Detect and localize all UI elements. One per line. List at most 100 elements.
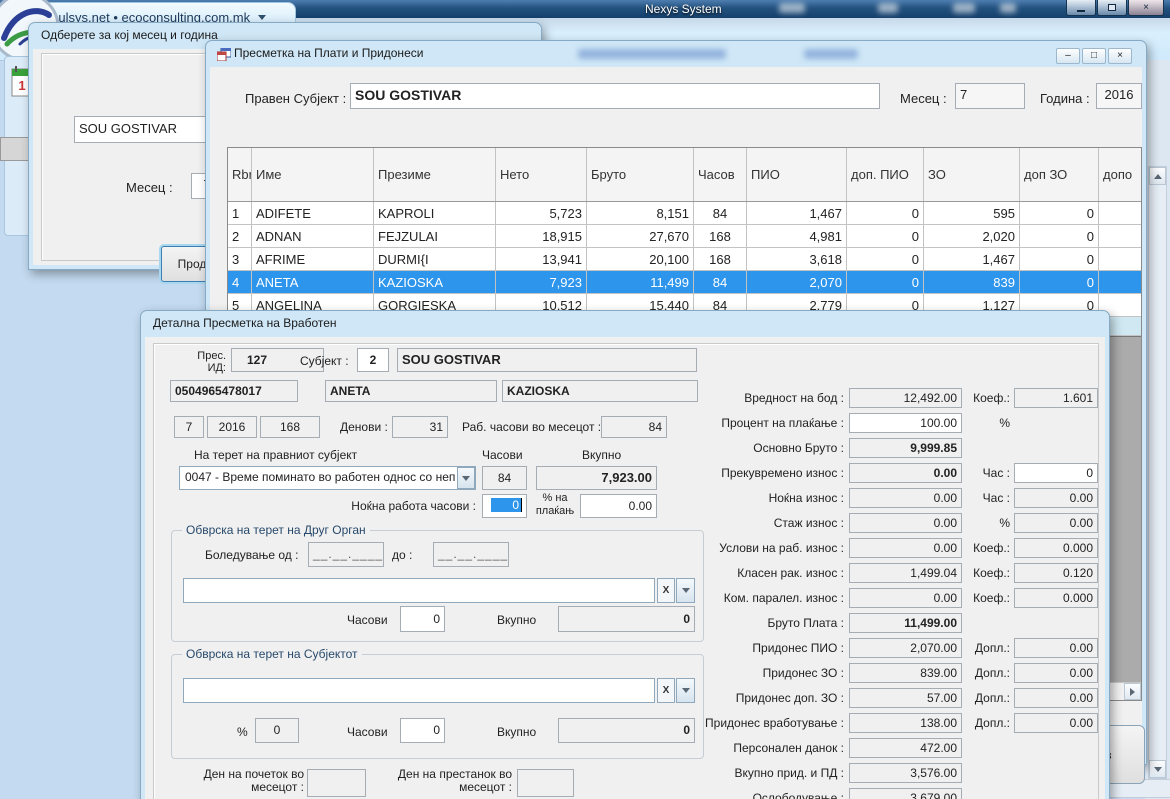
work-hours-field: 84 [601, 416, 667, 438]
field-label: Прекувремено износ : [694, 466, 844, 480]
amount-field: 3,679.00 [849, 788, 962, 799]
amount-field: 2,070.00 [849, 638, 962, 658]
scroll-down-button[interactable] [1149, 760, 1166, 778]
column-header[interactable]: доп. ПИО [847, 148, 924, 201]
other-org-dropdown-button[interactable] [676, 578, 695, 603]
text-cursor [521, 498, 522, 512]
night-hours-input[interactable]: 0 [482, 494, 527, 518]
maximize-button[interactable]: □ [1082, 48, 1106, 64]
field-label: Класен рак. износ : [694, 566, 844, 580]
table-cell: FEJZULAI [374, 225, 496, 247]
factor-field: 0.00 [1014, 688, 1098, 708]
factor-field[interactable]: 0 [1014, 463, 1098, 483]
table-cell: 18,915 [496, 225, 587, 247]
amount-field[interactable]: 100.00 [849, 413, 962, 433]
detail-panel: Прес. ИД: 127 Субјект : 2 SOU GOSTIVAR 0… [153, 343, 1099, 799]
other-org-hours-field[interactable]: 0 [400, 606, 445, 632]
night-pct-field[interactable]: 0.00 [580, 494, 657, 518]
work-type-dropdown-button[interactable] [457, 467, 475, 489]
table-cell: 0 [847, 202, 924, 224]
night-hours-label: Ноќна работа часови : [334, 499, 476, 513]
table-cell [1099, 271, 1141, 293]
arrow-right-icon [1130, 688, 1135, 696]
column-header[interactable]: Презиме [374, 148, 496, 201]
column-header[interactable]: доп ЗО [1020, 148, 1099, 201]
embg-field: 0504965478017 [170, 380, 298, 402]
field-label: Придонес вработување : [694, 716, 844, 730]
table-cell: 2 [228, 225, 252, 247]
selected-text: 0 [491, 498, 521, 512]
other-org-combo[interactable] [183, 578, 655, 603]
table-cell: 595 [924, 202, 1020, 224]
column-header[interactable]: Rbr [228, 148, 252, 201]
dropdown-arrow-icon [682, 588, 690, 593]
amount-field: 0.00 [849, 588, 962, 608]
first-name-field: ANETA [325, 380, 497, 402]
month-field[interactable]: 7 [955, 83, 1025, 109]
glass-reflection [953, 3, 975, 13]
tab-dropdown-icon[interactable] [258, 15, 266, 20]
employer-section-label: На терет на правниот субјект [194, 448, 357, 462]
table-cell: 11,499 [587, 271, 694, 293]
table-row[interactable]: 2ADNANFEJZULAI18,91527,6701684,98102,020… [228, 225, 1141, 248]
year-field[interactable]: 2016 [1096, 83, 1142, 109]
amount-field: 0.00 [849, 488, 962, 508]
column-header[interactable]: ПИО [747, 148, 847, 201]
table-header-row: RbrИмеПрезимеНетоБрутоЧасовПИОдоп. ПИОЗО… [228, 148, 1141, 202]
arrow-down-icon [1154, 767, 1162, 772]
column-header[interactable]: Часов [694, 148, 747, 201]
close-button[interactable]: × [1108, 48, 1132, 64]
dialog-subject-field[interactable]: SOU GOSTIVAR [74, 116, 226, 143]
legal-subject-field[interactable]: SOU GOSTIVAR [350, 83, 880, 109]
sick-to-field[interactable]: __.__.____ [433, 542, 509, 567]
table-cell: 0 [1020, 202, 1099, 224]
end-day-field[interactable] [517, 769, 574, 797]
payroll-window-title: Пресметка на Плати и Придонеси [234, 46, 423, 60]
restore-button[interactable] [1097, 0, 1127, 16]
subject-label: Субјект : [300, 354, 349, 368]
window-controls: × [1066, 0, 1164, 16]
work-hours-label: Раб. часови во месецот : [462, 420, 601, 434]
sick-from-field[interactable]: __.__.____ [308, 542, 384, 567]
amount-field: 3,576.00 [849, 763, 962, 783]
field-label: Услови на раб. износ : [694, 541, 844, 555]
column-header[interactable]: Нето [496, 148, 587, 201]
close-button[interactable]: × [1128, 0, 1164, 16]
minimize-icon [1077, 4, 1085, 12]
column-header[interactable]: допо [1099, 148, 1141, 201]
subject-dropdown-button[interactable] [676, 678, 695, 703]
column-header[interactable]: ЗО [924, 148, 1020, 201]
table-row[interactable]: 3AFRIMEDURMI{I13,94120,1001683,61801,467… [228, 248, 1141, 271]
hours-field: 168 [260, 416, 320, 438]
amount-field: 0.00 [849, 513, 962, 533]
clear-button[interactable]: X [657, 678, 675, 703]
table-cell: 20,100 [587, 248, 694, 270]
column-header[interactable]: Име [252, 148, 374, 201]
subject-combo[interactable] [183, 678, 655, 703]
minimize-button[interactable] [1066, 0, 1096, 16]
amount-field: 472.00 [849, 738, 962, 758]
form-icon [217, 48, 231, 61]
table-row[interactable]: 4ANETAKAZIOSKA7,92311,499842,07008390 [228, 271, 1141, 294]
minimize-button[interactable]: – [1056, 48, 1080, 64]
table-cell: 4 [228, 271, 252, 293]
table-row[interactable]: 1ADIFETEKAPROLI5,7238,151841,46705950 [228, 202, 1141, 225]
table-cell: 2,070 [747, 271, 847, 293]
detail-amount-row: Ослободување :3,679.00 [694, 788, 1100, 799]
detail-amount-row: Вкупно прид. и ПД :3,576.00 [694, 763, 1100, 783]
table-cell: 0 [847, 225, 924, 247]
start-day-field[interactable] [307, 769, 366, 797]
vertical-scrollbar[interactable] [1148, 166, 1167, 779]
grid-scroll-right-button[interactable] [1124, 683, 1141, 700]
field-label: Ноќна износ : [694, 491, 844, 505]
restore-icon [1108, 4, 1116, 11]
scroll-up-button[interactable] [1149, 167, 1166, 185]
work-type-combo[interactable]: 0047 - Време поминато во работен однос с… [179, 466, 476, 490]
table-cell: 0 [1020, 271, 1099, 293]
desktop: Nexys System × sulsys.net • ecoconsultin… [0, 0, 1170, 799]
clear-button[interactable]: X [657, 578, 675, 603]
subject-hours-field[interactable]: 0 [400, 718, 445, 743]
column-header[interactable]: Бруто [587, 148, 694, 201]
table-cell: KAPROLI [374, 202, 496, 224]
subject-code-field[interactable]: 2 [357, 348, 389, 372]
